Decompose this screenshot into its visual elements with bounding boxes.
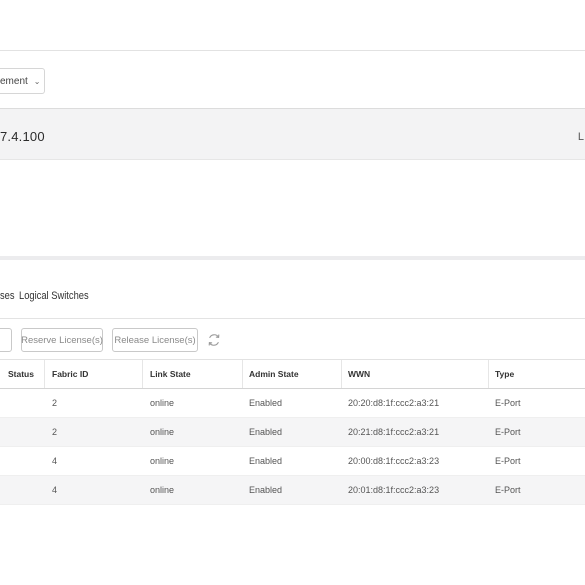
cell-status [0,447,40,475]
cell-link-state: online [150,427,175,437]
release-license-button[interactable]: Release License(s) [112,328,198,352]
header-fabric-id[interactable]: Fabric ID [46,360,142,388]
header-link-state[interactable]: Link State [144,360,242,388]
table-row[interactable]: 4 online Enabled 20:00:d8:1f:ccc2:a3:23 … [0,447,585,476]
management-dropdown[interactable]: ement ⌄ [0,68,45,94]
cell-wwn: 20:01:d8:1f:ccc2:a3:23 [348,485,440,495]
management-dropdown-label: ement [0,75,28,87]
switch-info-right-label: L [577,131,584,143]
toolbar-partial-button[interactable] [0,328,12,352]
cell-fabric-id: 2 [52,427,58,437]
chevron-down-icon: ⌄ [33,76,41,86]
table-header-row: Status Fabric ID Link State Admin State … [0,359,585,389]
section-divider [0,256,585,260]
header-divider [0,50,585,51]
tab-logical-switches[interactable]: Logical Switches [19,290,89,316]
release-license-label: Release License(s) [114,334,196,346]
tab-bar: ses Logical Switches [0,290,111,316]
cell-type: E-Port [495,398,521,408]
tab-licenses[interactable]: ses [0,290,15,316]
cell-status [0,418,40,446]
column-divider [142,360,143,388]
refresh-icon[interactable] [205,331,223,349]
cell-admin-state: Enabled [249,456,283,466]
reserve-license-button[interactable]: Reserve License(s) [21,328,103,352]
switch-ip-address: 7.4.100 [0,129,45,144]
cell-link-state: online [150,398,175,408]
ports-table: Status Fabric ID Link State Admin State … [0,359,585,505]
table-row[interactable]: 2 online Enabled 20:21:d8:1f:ccc2:a3:21 … [0,418,585,447]
cell-link-state: online [150,456,175,466]
license-toolbar: Reserve License(s) Release License(s) [0,328,585,352]
cell-type: E-Port [495,485,521,495]
cell-wwn: 20:20:d8:1f:ccc2:a3:21 [348,398,440,408]
cell-type: E-Port [495,427,521,437]
table-row[interactable]: 4 online Enabled 20:01:d8:1f:ccc2:a3:23 … [0,476,585,505]
cell-type: E-Port [495,456,521,466]
header-admin-state[interactable]: Admin State [243,360,341,388]
tab-bar-divider [0,318,585,319]
column-divider [44,360,45,388]
cell-status [0,389,40,417]
cell-link-state: online [150,485,175,495]
page: ement ⌄ 7.4.100 L ses Logical Switches R… [0,0,585,585]
header-status[interactable]: Status [0,360,40,388]
reserve-license-label: Reserve License(s) [21,334,103,346]
table-row[interactable]: 2 online Enabled 20:20:d8:1f:ccc2:a3:21 … [0,389,585,418]
cell-wwn: 20:00:d8:1f:ccc2:a3:23 [348,456,440,466]
header-wwn[interactable]: WWN [342,360,488,388]
cell-admin-state: Enabled [249,398,283,408]
cell-admin-state: Enabled [249,427,283,437]
cell-status [0,476,40,504]
cell-admin-state: Enabled [249,485,283,495]
cell-wwn: 20:21:d8:1f:ccc2:a3:21 [348,427,440,437]
cell-fabric-id: 4 [52,456,58,466]
cell-fabric-id: 2 [52,398,58,408]
switch-info-bar: 7.4.100 L [0,108,585,160]
cell-fabric-id: 4 [52,485,58,495]
header-type[interactable]: Type [489,360,585,388]
